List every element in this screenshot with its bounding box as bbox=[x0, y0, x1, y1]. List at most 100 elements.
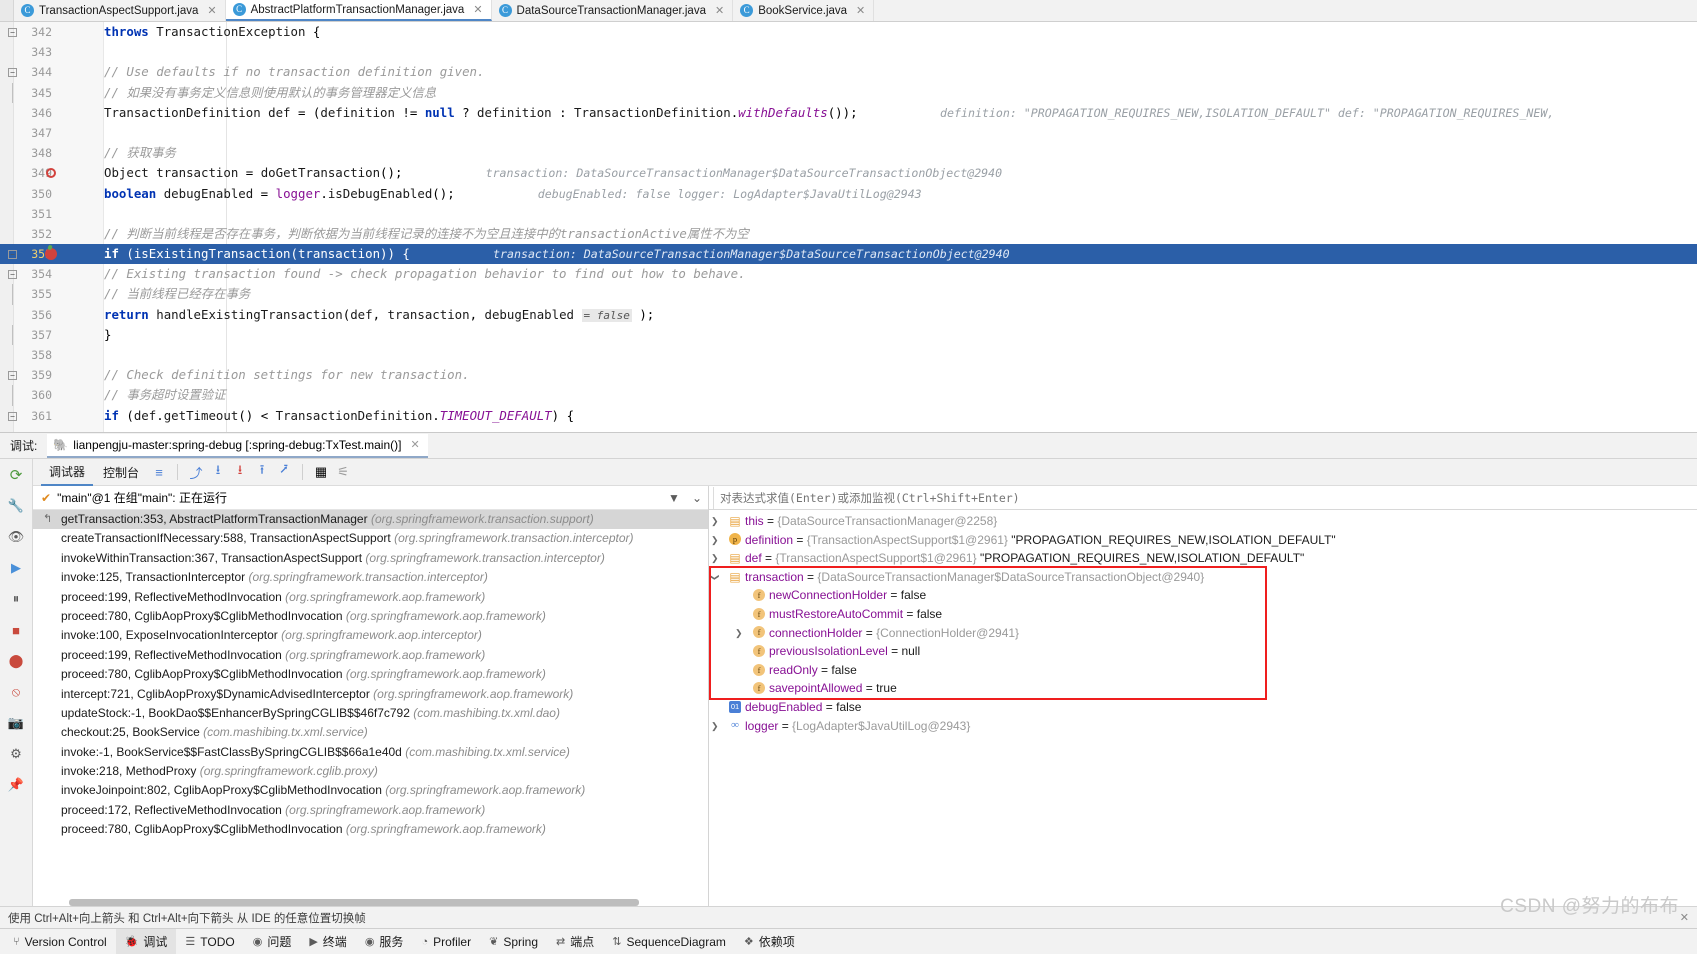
layout-icon[interactable]: ≡ bbox=[149, 462, 169, 482]
variable-row[interactable]: f newConnectionHolder = false bbox=[709, 586, 1697, 605]
code-line-350[interactable]: 350 boolean debugEnabled = logger.isDebu… bbox=[0, 184, 1697, 204]
stack-frame-row[interactable]: proceed:780, CglibAopProxy$CglibMethodIn… bbox=[33, 820, 708, 839]
chevron-right-icon[interactable]: ❯ bbox=[735, 624, 743, 643]
stack-frame-row[interactable]: invoke:100, ExposeInvocationInterceptor … bbox=[33, 626, 708, 645]
code-line-344[interactable]: 344− // Use defaults if no transaction d… bbox=[0, 62, 1697, 82]
chevron-right-icon[interactable]: ❯ bbox=[711, 717, 719, 736]
variable-row[interactable]: ❯ f connectionHolder = {ConnectionHolder@2… bbox=[709, 624, 1697, 643]
variables-tree[interactable]: ❯ ▤ this = {DataSourceTransactionManager@2… bbox=[709, 510, 1697, 906]
variable-row[interactable]: f mustRestoreAutoCommit = false bbox=[709, 605, 1697, 624]
stack-frame-row[interactable]: proceed:172, ReflectiveMethodInvocation … bbox=[33, 801, 708, 820]
variable-row[interactable]: ❯ p definition = {TransactionAspectSupport… bbox=[709, 531, 1697, 550]
chevron-down-icon[interactable]: ⌄ bbox=[692, 491, 702, 505]
stack-frame-row[interactable]: invokeWithinTransaction:367, Transaction… bbox=[33, 549, 708, 568]
eye-icon[interactable]: 👁 bbox=[6, 527, 26, 547]
breakpoint-icon[interactable] bbox=[46, 168, 56, 179]
status-bar-item-SequenceDiagram[interactable]: ⇅ SequenceDiagram bbox=[603, 929, 735, 954]
variable-row[interactable]: 01 debugEnabled = false bbox=[709, 698, 1697, 717]
status-bar-item-Version Control[interactable]: ⑂ Version Control bbox=[4, 929, 116, 954]
code-line-349[interactable]: 349 Object transaction = doGetTransactio… bbox=[0, 163, 1697, 183]
code-line-353[interactable]: 353− if (isExistingTransaction(transacti… bbox=[0, 244, 1697, 265]
variable-row[interactable]: ❯ ∞ logger = {LogAdapter$JavaUtilLog@2943} bbox=[709, 717, 1697, 736]
code-line-354[interactable]: 354− // Existing transaction found -> ch… bbox=[0, 264, 1697, 284]
code-line-361[interactable]: 361− if (def.getTimeout() < TransactionD… bbox=[0, 406, 1697, 426]
status-bar-item-TODO[interactable]: ☰ TODO bbox=[176, 929, 243, 954]
breakpoint-hit-icon[interactable] bbox=[45, 248, 57, 261]
chevron-right-icon[interactable]: ❯ bbox=[711, 531, 719, 550]
step-over-icon[interactable]: ⤴ bbox=[186, 462, 206, 482]
chevron-right-icon[interactable]: ❯ bbox=[711, 512, 719, 531]
call-stack-list[interactable]: ↰ getTransaction:353, AbstractPlatformTra… bbox=[33, 510, 708, 906]
stack-frame-row[interactable]: updateStock:-1, BookDao$$EnhancerBySprin… bbox=[33, 704, 708, 723]
step-out-icon[interactable]: ⭱ bbox=[252, 462, 272, 482]
code-line-352[interactable]: 352 // 判断当前线程是否存在事务，判断依据为当前线程记录的连接不为空且连接… bbox=[0, 224, 1697, 244]
fold-collapse-icon[interactable]: − bbox=[8, 28, 17, 37]
editor-tab-1[interactable]: C AbstractPlatformTransactionManager.java… bbox=[225, 0, 492, 21]
fold-collapse-icon[interactable]: − bbox=[8, 68, 17, 78]
code-line-360[interactable]: 360 // 事务超时设置验证 bbox=[0, 385, 1697, 406]
stack-frame-row[interactable]: proceed:780, CglibAopProxy$CglibMethodIn… bbox=[33, 665, 708, 684]
fold-collapse-icon[interactable]: − bbox=[8, 270, 17, 280]
wrench-icon[interactable]: 🔧 bbox=[6, 496, 26, 516]
code-line-357[interactable]: 357 } bbox=[0, 324, 1697, 345]
settings-gear-icon[interactable]: ⚙ bbox=[6, 744, 26, 764]
settings-icon[interactable]: ⚟ bbox=[333, 462, 353, 482]
code-line-347[interactable]: 347 bbox=[0, 123, 1697, 143]
code-line-358[interactable]: 358 bbox=[0, 345, 1697, 365]
stack-frame-row[interactable]: intercept:721, CglibAopProxy$DynamicAdvi… bbox=[33, 685, 708, 704]
chevron-right-icon[interactable]: ❯ bbox=[711, 549, 719, 568]
evaluate-expression-input[interactable] bbox=[713, 486, 1697, 509]
screenshot-icon[interactable]: 📷 bbox=[6, 713, 26, 733]
view-breakpoints-icon[interactable]: ⬤ bbox=[6, 651, 26, 671]
editor-tab-2[interactable]: C DataSourceTransactionManager.java ✕ bbox=[491, 0, 734, 21]
code-line-345[interactable]: 345 // 如果没有事务定义信息则使用默认的事务管理器定义信息 bbox=[0, 82, 1697, 103]
force-step-into-icon[interactable]: ⭳ bbox=[230, 462, 250, 482]
code-line-356[interactable]: 356 return handleExistingTransaction(def… bbox=[0, 305, 1697, 325]
stack-frame-row[interactable]: proceed:199, ReflectiveMethodInvocation … bbox=[33, 588, 708, 607]
stack-frame-row[interactable]: proceed:199, ReflectiveMethodInvocation … bbox=[33, 646, 708, 665]
run-to-cursor-icon[interactable]: ⭷ bbox=[274, 462, 294, 482]
fold-collapse-icon[interactable]: − bbox=[8, 250, 17, 260]
frames-horizontal-scrollbar[interactable] bbox=[69, 899, 639, 906]
editor-tab-3[interactable]: C BookService.java ✕ bbox=[733, 0, 875, 21]
stack-frame-row[interactable]: invoke:-1, BookService$$FastClassBySprin… bbox=[33, 743, 708, 762]
code-editor[interactable]: 342− throws TransactionException {343 344… bbox=[0, 22, 1697, 432]
status-bar-item-调试[interactable]: 🐞 调试 bbox=[115, 929, 177, 954]
close-icon[interactable]: ✕ bbox=[856, 4, 865, 17]
code-line-346[interactable]: 346 TransactionDefinition def = (definit… bbox=[0, 103, 1697, 123]
variable-row[interactable]: f readOnly = false bbox=[709, 661, 1697, 680]
code-lines[interactable]: 342− throws TransactionException {343 344… bbox=[0, 22, 1697, 426]
close-icon[interactable]: ✕ bbox=[410, 438, 419, 451]
fold-collapse-icon[interactable]: − bbox=[8, 371, 17, 381]
stack-frame-row[interactable]: ↰ getTransaction:353, AbstractPlatformTra… bbox=[33, 510, 708, 530]
variable-row[interactable]: ❯ ▤ def = {TransactionAspectSupport$1@2961… bbox=[709, 549, 1697, 568]
code-line-348[interactable]: 348 // 获取事务 bbox=[0, 143, 1697, 163]
status-bar-item-服务[interactable]: ◉ 服务 bbox=[356, 929, 413, 954]
variable-row[interactable]: f previousIsolationLevel = null bbox=[709, 642, 1697, 661]
thread-selector[interactable]: ✔ "main"@1 在组"main": 正在运行 bbox=[41, 489, 227, 506]
evaluate-expression-icon[interactable]: ▦ bbox=[311, 462, 331, 482]
status-bar-item-端点[interactable]: ⇄ 端点 bbox=[547, 929, 603, 954]
code-line-359[interactable]: 359− // Check definition settings for ne… bbox=[0, 365, 1697, 385]
stack-frame-row[interactable]: invoke:218, MethodProxy (org.springframe… bbox=[33, 762, 708, 781]
stack-frame-row[interactable]: proceed:780, CglibAopProxy$CglibMethodIn… bbox=[33, 607, 708, 626]
status-bar-item-问题[interactable]: ◉ 问题 bbox=[244, 929, 301, 954]
close-icon[interactable]: ✕ bbox=[207, 4, 216, 17]
pause-program-icon[interactable]: ⏸ bbox=[6, 589, 26, 609]
tab-console[interactable]: 控制台 bbox=[95, 460, 147, 485]
status-bar-item-依赖项[interactable]: ❖ 依赖项 bbox=[735, 929, 804, 954]
editor-tab-0[interactable]: C TransactionAspectSupport.java ✕ bbox=[14, 0, 226, 21]
close-icon[interactable]: ✕ bbox=[473, 3, 482, 16]
variable-row[interactable]: ❯ ▤ transaction = {DataSourceTransactionMa… bbox=[709, 568, 1697, 587]
status-bar-item-终端[interactable]: ▶ 终端 bbox=[300, 929, 355, 954]
close-icon[interactable]: ✕ bbox=[1680, 911, 1689, 924]
stack-frame-row[interactable]: createTransactionIfNecessary:588, Transa… bbox=[33, 529, 708, 548]
fold-collapse-icon[interactable]: − bbox=[8, 411, 17, 421]
rerun-icon[interactable]: ⟳ bbox=[6, 465, 26, 485]
step-into-icon[interactable]: ⭳ bbox=[208, 462, 228, 482]
status-bar-item-Spring[interactable]: ❦ Spring bbox=[480, 929, 547, 954]
chevron-down-icon[interactable]: ❯ bbox=[709, 573, 724, 581]
stack-frame-row[interactable]: checkout:25, BookService (com.mashibing.… bbox=[33, 723, 708, 742]
variable-row[interactable]: f savepointAllowed = true bbox=[709, 679, 1697, 698]
pin-icon[interactable]: 📌 bbox=[6, 775, 26, 795]
